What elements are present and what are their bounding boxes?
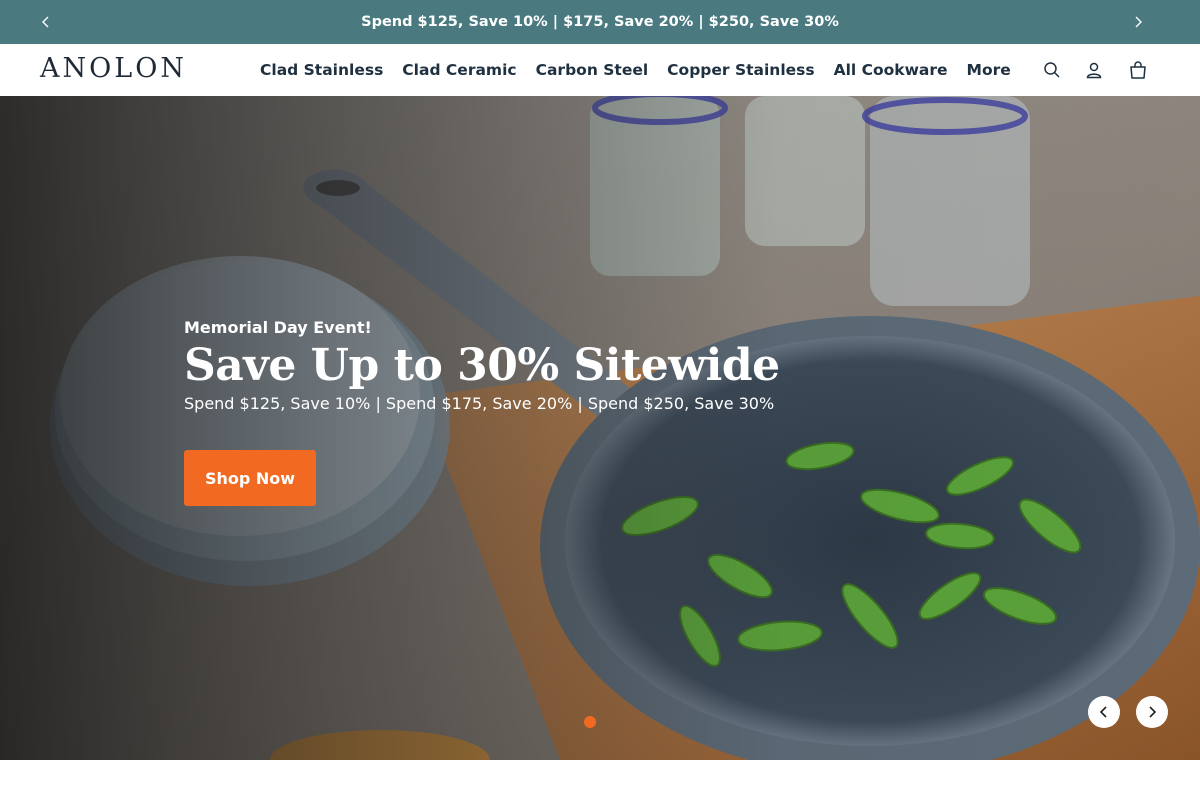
account-icon[interactable] bbox=[1083, 59, 1105, 81]
slide-prev-button[interactable] bbox=[1088, 696, 1120, 728]
search-icon[interactable] bbox=[1041, 59, 1063, 81]
nav-item-more[interactable]: More bbox=[967, 61, 1011, 79]
nav-item-clad-ceramic[interactable]: Clad Ceramic bbox=[402, 61, 516, 79]
announcement-bar: Spend $125, Save 10% | $175, Save 20% | … bbox=[0, 0, 1200, 44]
nav-item-all-cookware[interactable]: All Cookware bbox=[834, 61, 948, 79]
nav-item-carbon-steel[interactable]: Carbon Steel bbox=[536, 61, 649, 79]
slide-indicators bbox=[584, 716, 596, 728]
main-nav: Clad Stainless Clad Ceramic Carbon Steel… bbox=[260, 44, 1030, 96]
hero-image bbox=[0, 96, 1200, 760]
chevron-right-icon[interactable] bbox=[1129, 13, 1147, 31]
brand-logo[interactable]: ANOLON bbox=[40, 53, 200, 85]
hero-eyebrow: Memorial Day Event! bbox=[184, 318, 372, 337]
site-header: ANOLON Clad Stainless Clad Ceramic Carbo… bbox=[0, 44, 1200, 96]
slide-next-button[interactable] bbox=[1136, 696, 1168, 728]
announcement-text: Spend $125, Save 10% | $175, Save 20% | … bbox=[361, 14, 839, 30]
shop-now-button[interactable]: Shop Now bbox=[184, 450, 316, 506]
cart-icon[interactable] bbox=[1127, 59, 1149, 81]
nav-item-copper-stainless[interactable]: Copper Stainless bbox=[667, 61, 814, 79]
chevron-right-icon bbox=[1149, 706, 1157, 718]
slide-dot-active[interactable] bbox=[584, 716, 596, 728]
hero-subtitle: Spend $125, Save 10% | Spend $175, Save … bbox=[184, 394, 775, 413]
nav-item-clad-stainless[interactable]: Clad Stainless bbox=[260, 61, 383, 79]
chevron-left-icon bbox=[1099, 706, 1107, 718]
hero-banner: Memorial Day Event! Save Up to 30% Sitew… bbox=[0, 96, 1200, 760]
hero-title: Save Up to 30% Sitewide bbox=[184, 340, 780, 391]
